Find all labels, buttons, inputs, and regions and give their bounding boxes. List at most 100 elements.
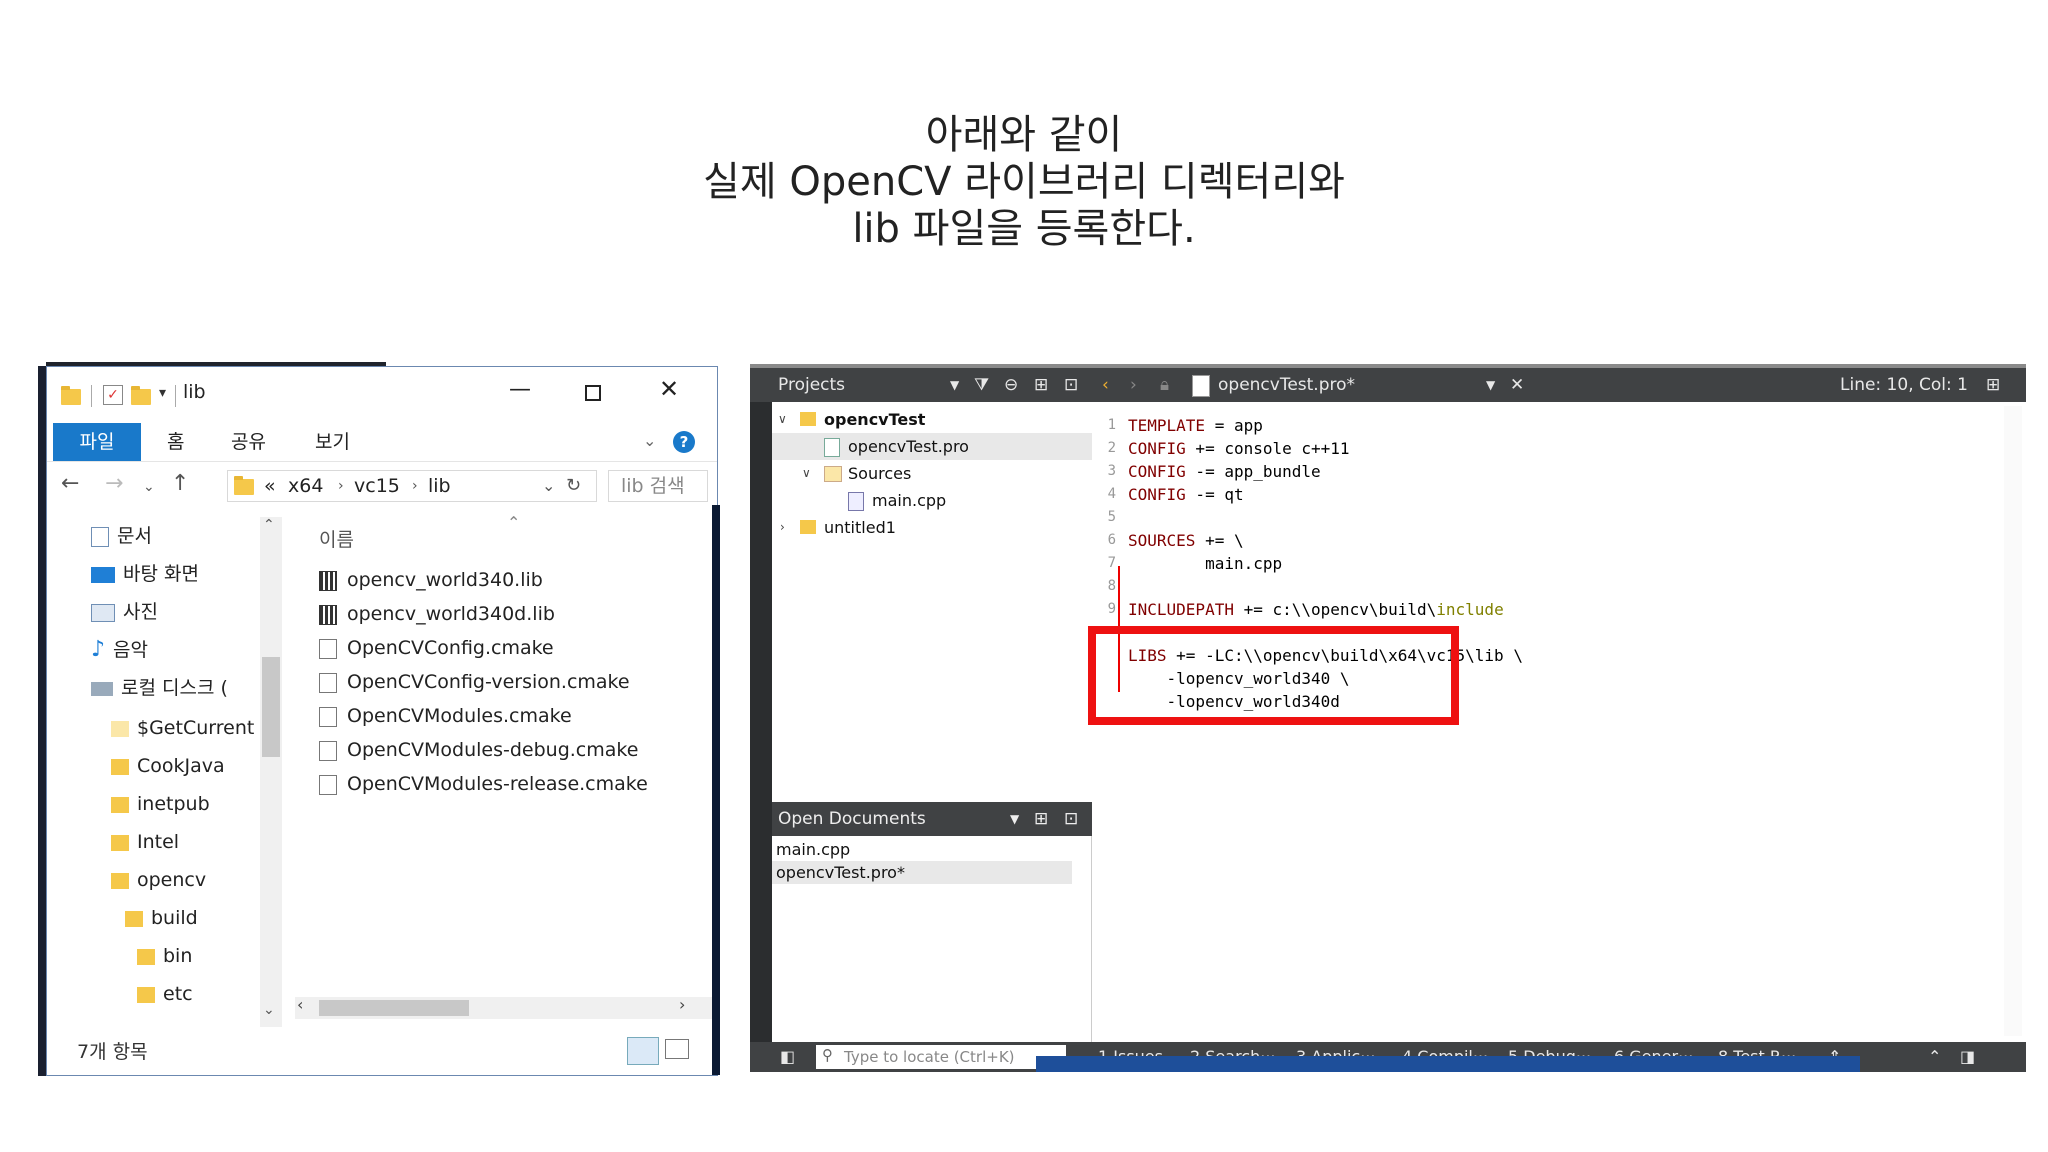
item-count: 7개 항목	[77, 1041, 148, 1063]
nav-item-local-disk[interactable]: 로컬 디스크 (	[91, 669, 259, 707]
address-segment-lib[interactable]: lib	[428, 471, 451, 501]
lib-file-icon	[319, 571, 337, 591]
address-bar[interactable]: « x64 › vc15 › lib ⌄ ↻	[227, 470, 597, 502]
tree-item-project[interactable]: ∨ opencvTest	[772, 406, 1092, 433]
close-button[interactable]: ✕	[659, 375, 679, 403]
split-icon[interactable]: ⊞	[1034, 802, 1048, 836]
close-pane-icon[interactable]: ⊡	[1064, 802, 1078, 836]
ribbon-tab-file[interactable]: 파일	[53, 423, 141, 461]
folder-icon	[61, 386, 81, 405]
nav-item-folder[interactable]: opencv	[111, 861, 259, 899]
scroll-right-icon[interactable]: ›	[679, 995, 685, 1014]
code-line: INCLUDEPATH += c:\\opencv\build\include	[1128, 600, 1504, 619]
file-item[interactable]: opencv_world340d.lib	[319, 597, 555, 631]
maximize-output-icon[interactable]: ⌃	[1928, 1042, 1941, 1072]
recent-locations-icon[interactable]: ⌄	[143, 479, 155, 495]
scroll-left-icon[interactable]: ‹	[297, 995, 303, 1014]
nav-item-documents[interactable]: 문서	[91, 517, 259, 555]
refresh-icon[interactable]: ↻	[566, 471, 581, 501]
toggle-sidebar-icon[interactable]: ◧	[780, 1042, 795, 1072]
navigation-scrollbar[interactable]	[260, 517, 282, 1027]
minimize-button[interactable]: —	[509, 377, 531, 402]
file-item[interactable]: OpenCVConfig.cmake	[319, 631, 554, 665]
link-icon[interactable]: ⊖	[1004, 368, 1018, 402]
chevron-down-icon[interactable]: ∨	[778, 406, 787, 433]
code-line: CONFIG -= qt	[1128, 485, 1244, 504]
nav-item-desktop[interactable]: 바탕 화면	[91, 555, 259, 593]
line-number: 1	[1107, 417, 1116, 433]
open-document-item[interactable]: main.cpp	[772, 838, 1072, 861]
file-item[interactable]: OpenCVModules-debug.cmake	[319, 733, 638, 767]
code-line: main.cpp	[1128, 554, 1283, 573]
file-item[interactable]: OpenCVModules.cmake	[319, 699, 572, 733]
chevron-right-icon[interactable]: ›	[780, 514, 785, 541]
close-file-icon[interactable]: ✕	[1510, 368, 1524, 402]
nav-item-folder[interactable]: CookJava	[111, 747, 259, 785]
nav-item-pictures[interactable]: 사진	[91, 593, 259, 631]
filter-icon[interactable]: ⧩	[974, 368, 989, 402]
chevron-down-icon[interactable]: ⌄	[542, 471, 555, 501]
chevron-down-icon[interactable]: ▼	[950, 368, 959, 402]
file-icon	[319, 673, 337, 693]
help-icon[interactable]: ?	[673, 431, 695, 453]
nav-item-folder[interactable]: $GetCurrent	[111, 709, 259, 747]
file-item[interactable]: OpenCVModules-release.cmake	[319, 767, 648, 801]
scroll-up-icon[interactable]: ⌃	[263, 517, 275, 533]
nav-item-folder[interactable]: bin	[137, 937, 259, 975]
back-arrow-icon[interactable]: ←	[61, 471, 79, 496]
line-number: 9	[1107, 601, 1116, 617]
chevron-down-icon[interactable]: ▼	[1486, 368, 1495, 402]
desktop-background	[712, 505, 720, 1075]
tree-item-main-cpp[interactable]: main.cpp	[772, 487, 1092, 514]
back-icon[interactable]: ‹	[1102, 368, 1109, 402]
nav-item-folder[interactable]: build	[125, 899, 259, 937]
scrollbar-thumb[interactable]	[262, 657, 280, 757]
search-input[interactable]: lib 검색	[608, 470, 708, 502]
up-arrow-icon[interactable]: ↑	[171, 471, 189, 496]
expand-ribbon-icon[interactable]: ⌄	[643, 431, 656, 450]
editor-scrollbar[interactable]	[2004, 406, 2022, 1036]
chevron-down-icon[interactable]: ▼	[1010, 802, 1019, 836]
chevron-right-icon: ›	[412, 478, 418, 494]
forward-arrow-icon[interactable]: →	[105, 471, 123, 496]
address-overflow[interactable]: «	[264, 471, 276, 501]
column-header-name[interactable]: 이름	[319, 525, 354, 552]
open-document-item[interactable]: opencvTest.pro*	[772, 861, 1072, 884]
window-title: lib	[183, 381, 206, 403]
locate-input[interactable]: Type to locate (Ctrl+K)	[816, 1045, 1066, 1069]
nav-item-folder[interactable]: Intel	[111, 823, 259, 861]
large-icons-view-icon[interactable]	[665, 1039, 689, 1059]
scroll-down-icon[interactable]: ⌄	[263, 1002, 275, 1018]
nav-item-folder[interactable]: inetpub	[111, 785, 259, 823]
address-segment-x64[interactable]: x64	[288, 471, 323, 501]
split-icon[interactable]: ⊞	[1034, 368, 1048, 402]
maximize-button[interactable]	[585, 385, 601, 401]
slide-title: 아래와 같이 실제 OpenCV 라이브러리 디렉터리와 lib 파일을 등록한…	[0, 112, 2048, 253]
ribbon-tab-share[interactable]: 공유	[231, 423, 266, 461]
details-view-icon[interactable]	[627, 1037, 659, 1065]
file-item[interactable]: OpenCVConfig-version.cmake	[319, 665, 630, 699]
forward-icon[interactable]: ›	[1130, 368, 1137, 402]
nav-item-music[interactable]: ♪ 음악	[91, 631, 259, 669]
new-folder-icon[interactable]	[131, 386, 151, 405]
chevron-down-icon[interactable]: ∨	[802, 460, 811, 487]
address-segment-vc15[interactable]: vc15	[354, 471, 400, 501]
file-item[interactable]: opencv_world340.lib	[319, 563, 543, 597]
split-icon[interactable]: ⊞	[1986, 368, 2000, 402]
toggle-right-sidebar-icon[interactable]: ◨	[1960, 1042, 1975, 1072]
properties-icon[interactable]: ✓	[103, 385, 123, 405]
ribbon-tab-view[interactable]: 보기	[315, 423, 350, 461]
scrollbar-thumb[interactable]	[319, 1000, 469, 1016]
ribbon-tab-home[interactable]: 홈	[167, 423, 184, 461]
tree-item-untitled[interactable]: › untitled1	[772, 514, 1092, 541]
projects-label[interactable]: Projects	[778, 368, 845, 402]
code-line: CONFIG += console c++11	[1128, 439, 1350, 458]
quick-access-dropdown-icon[interactable]: ▾	[159, 385, 166, 401]
line-number: 5	[1107, 509, 1116, 525]
nav-item-folder[interactable]: etc	[137, 975, 259, 1013]
close-pane-icon[interactable]: ⊡	[1064, 368, 1078, 402]
open-file-tab[interactable]: opencvTest.pro*	[1218, 368, 1355, 402]
code-editor[interactable]: 1 TEMPLATE = app 2 CONFIG += console c++…	[1088, 402, 2026, 1042]
tree-item-sources[interactable]: ∨ Sources	[772, 460, 1092, 487]
tree-item-pro-file[interactable]: opencvTest.pro	[772, 433, 1092, 460]
